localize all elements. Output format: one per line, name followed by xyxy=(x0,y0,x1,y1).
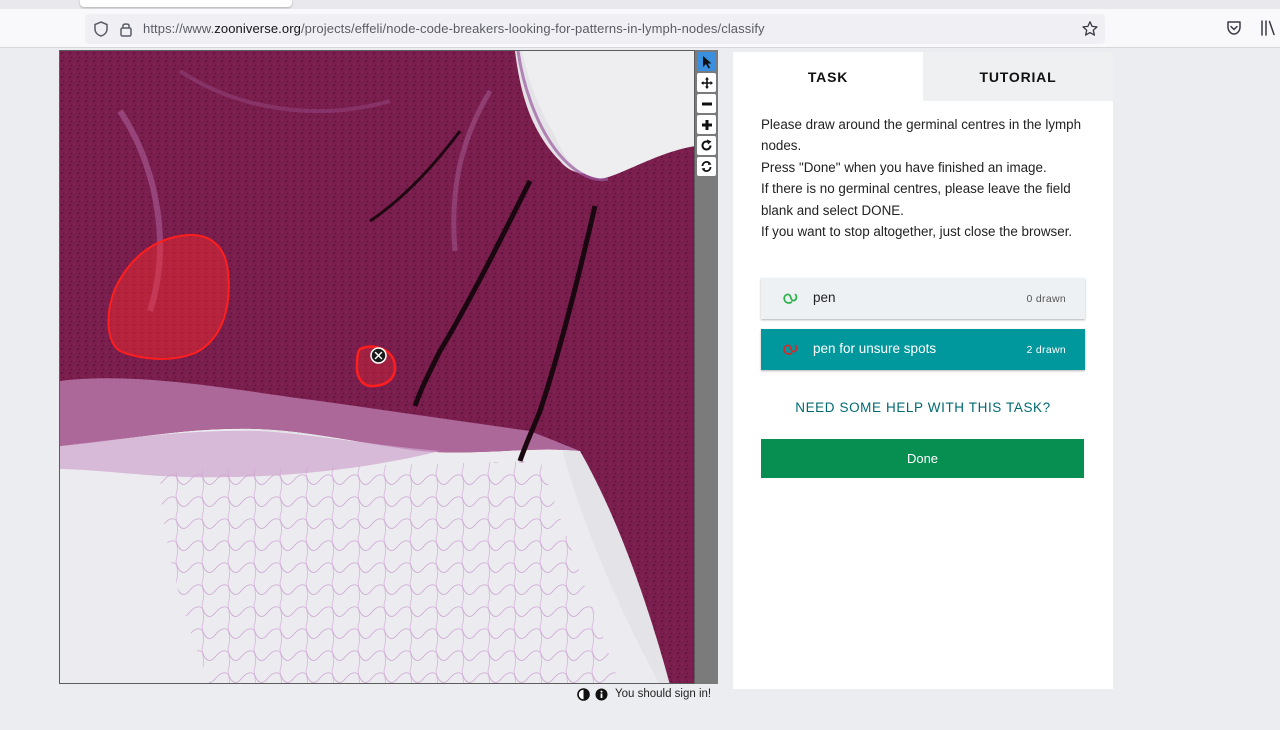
signin-notice: You should sign in! xyxy=(577,686,711,702)
instruction-line: If there is no germinal centres, please … xyxy=(761,181,1071,218)
address-bar[interactable]: https://www.zooniverse.org/projects/effe… xyxy=(85,14,1105,44)
url-text[interactable]: https://www.zooniverse.org/projects/effe… xyxy=(143,21,765,36)
info-icon[interactable] xyxy=(595,688,608,701)
tissue-image[interactable] xyxy=(60,51,695,684)
move-icon xyxy=(700,76,713,89)
pan-tool-button[interactable] xyxy=(697,73,716,92)
zoom-out-button[interactable] xyxy=(697,94,716,113)
rotate-button[interactable] xyxy=(697,136,716,155)
subject-image-viewer[interactable] xyxy=(59,50,695,684)
pen-tool-icon xyxy=(783,344,798,355)
task-panel: TASK TUTORIAL Please draw around the ger… xyxy=(733,52,1113,689)
tool-label: pen xyxy=(813,290,836,305)
instruction-line: Please draw around the germinal centres … xyxy=(761,117,1082,154)
instruction-line: If you want to stop altogether, just clo… xyxy=(761,224,1073,240)
task-instructions: Please draw around the germinal centres … xyxy=(761,114,1091,242)
lock-icon[interactable] xyxy=(117,20,135,38)
signin-text: You should sign in! xyxy=(615,688,712,700)
tool-label: pen for unsure spots xyxy=(813,341,937,356)
help-link[interactable]: NEED SOME HELP WITH THIS TASK? xyxy=(761,400,1085,415)
instruction-line: Press "Done" when you have finished an i… xyxy=(761,159,1047,175)
reset-icon xyxy=(701,161,712,172)
close-circle-icon[interactable] xyxy=(370,347,387,364)
tab-tutorial[interactable]: TUTORIAL xyxy=(923,52,1113,101)
minus-icon xyxy=(701,102,712,105)
tool-count: 0 drawn xyxy=(1026,293,1066,305)
zoom-in-button[interactable] xyxy=(697,115,716,134)
viewer-toolbar xyxy=(695,50,718,684)
plus-icon xyxy=(701,119,712,130)
tool-pen-unsure[interactable]: pen for unsure spots 2 drawn xyxy=(761,329,1085,370)
library-icon[interactable] xyxy=(1259,19,1277,37)
tool-pen[interactable]: pen 0 drawn xyxy=(761,278,1085,319)
reset-view-button[interactable] xyxy=(697,157,716,176)
browser-tabstrip xyxy=(0,0,1280,9)
pen-tool-icon xyxy=(783,293,798,304)
select-tool-button[interactable] xyxy=(697,52,716,71)
contrast-icon[interactable] xyxy=(577,687,590,701)
rotate-icon xyxy=(701,139,712,151)
pocket-icon[interactable] xyxy=(1225,19,1243,37)
tool-count: 2 drawn xyxy=(1026,344,1066,356)
done-button[interactable]: Done xyxy=(761,439,1084,478)
browser-tab[interactable] xyxy=(80,0,292,7)
browser-toolbar: https://www.zooniverse.org/projects/effe… xyxy=(0,9,1280,48)
panel-tabs: TASK TUTORIAL xyxy=(733,52,1113,101)
tab-task[interactable]: TASK xyxy=(733,52,923,101)
cursor-icon xyxy=(702,55,711,68)
shield-icon[interactable] xyxy=(92,20,110,38)
star-icon[interactable] xyxy=(1081,20,1099,38)
